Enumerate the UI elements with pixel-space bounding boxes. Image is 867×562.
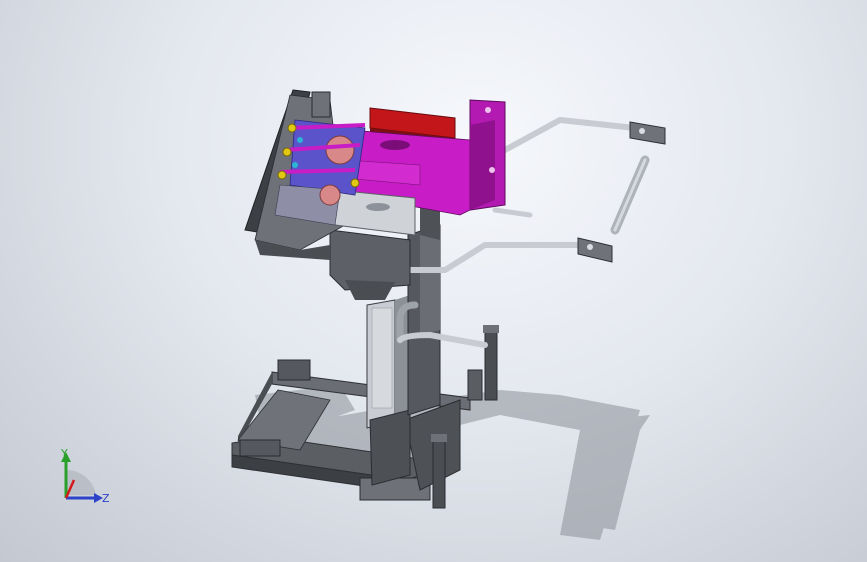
triad-z-label: Z: [102, 492, 110, 505]
rail-end-blocks[interactable]: [577, 121, 666, 263]
coordinate-triad[interactable]: Y Z: [60, 447, 110, 505]
assembly-model[interactable]: Y Z: [0, 0, 867, 562]
triad-y-label: Y: [60, 447, 68, 460]
cad-3d-viewport[interactable]: Y Z: [0, 0, 867, 562]
silver-plate[interactable]: [334, 189, 416, 236]
triad-plane-icon: [66, 469, 96, 495]
